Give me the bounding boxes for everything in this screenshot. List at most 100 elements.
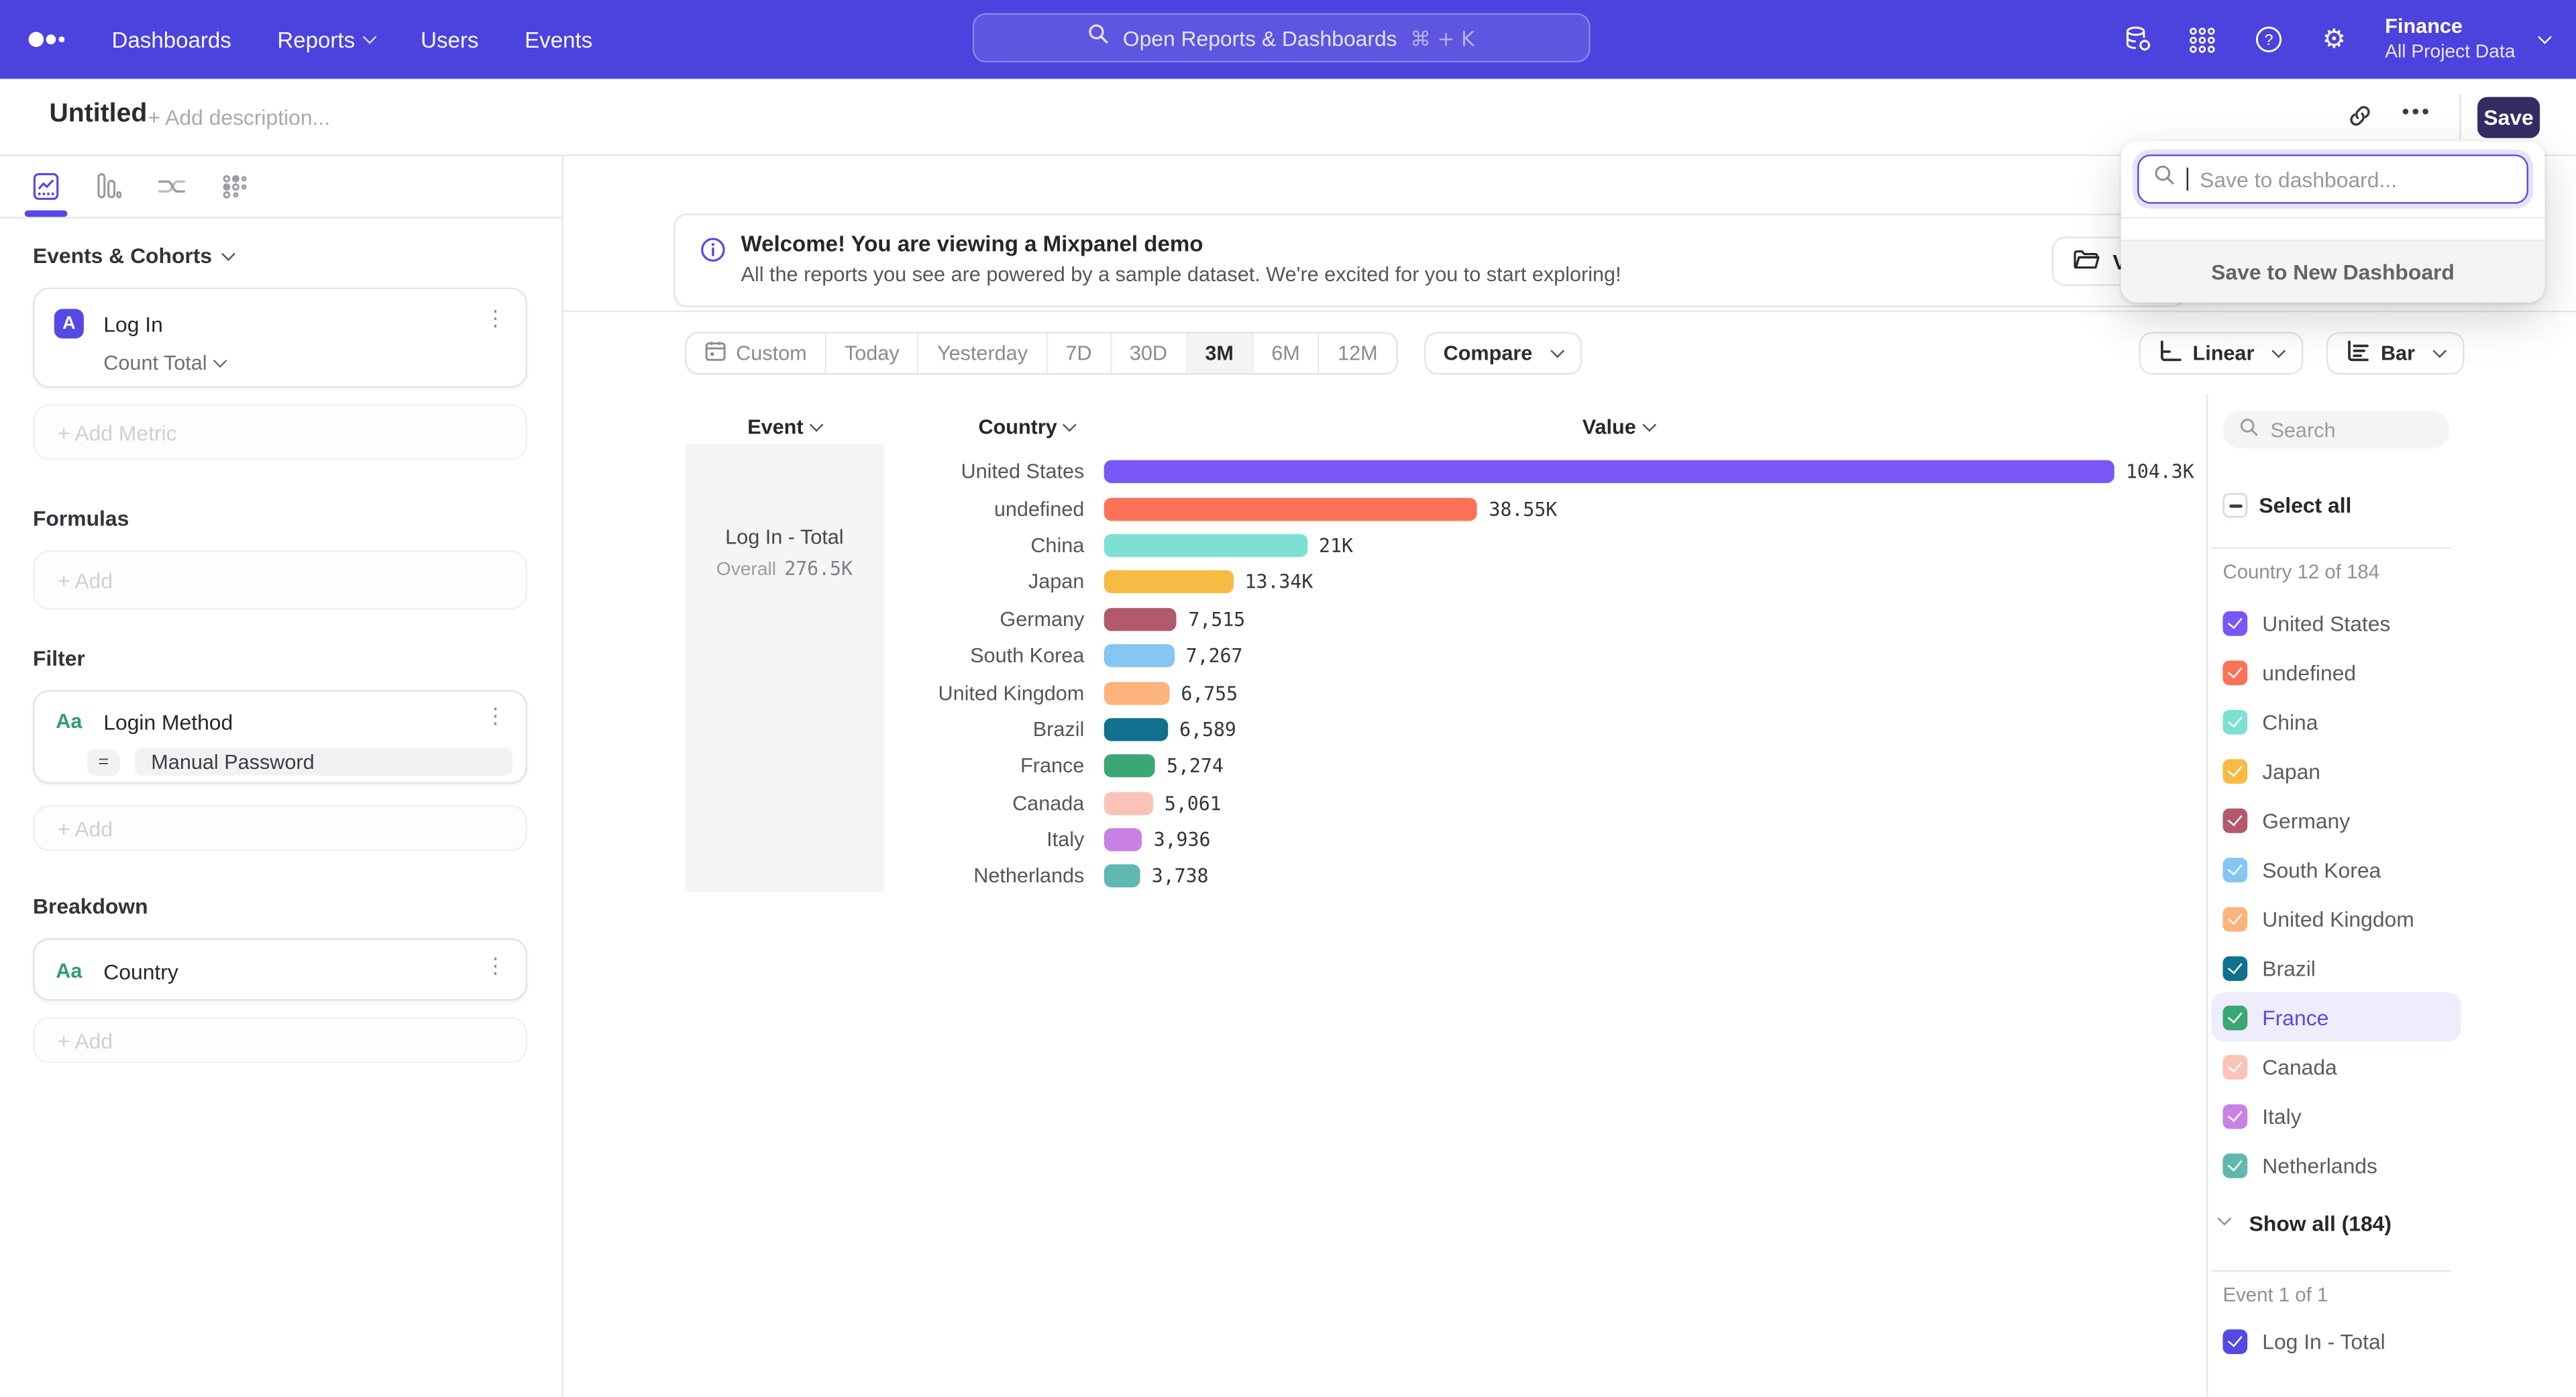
checkbox-checked[interactable] [2222,611,2247,635]
project-switcher[interactable]: Finance All Project Data [2385,15,2550,64]
save-dashboard-search-input[interactable]: Save to dashboard... [2137,154,2528,203]
checkbox-checked[interactable] [2222,709,2247,734]
chart-type-selector[interactable]: Bar [2326,332,2464,375]
checkbox-checked[interactable] [2222,660,2247,684]
nav-item-events[interactable]: Events [525,27,592,52]
breakdown-card[interactable]: Aa Country ⋮ [33,938,527,1000]
range-custom[interactable]: Custom [687,333,826,373]
add-metric-button[interactable]: + Add Metric [33,404,527,460]
filter-list-item[interactable]: Brazil [2211,943,2461,992]
chart-bar[interactable] [1104,718,1168,741]
save-to-new-dashboard-button[interactable]: Save to New Dashboard [2121,240,2545,303]
global-search[interactable]: Open Reports & Dashboards ⌘ + K [973,13,1591,62]
range-today[interactable]: Today [826,333,919,373]
popup-divider [2121,217,2545,218]
column-header-event[interactable]: Event [685,416,883,439]
metric-event-name[interactable]: Log In [103,311,163,336]
filter-list-item[interactable]: Netherlands [2211,1141,2461,1190]
aggregation-selector[interactable]: Count Total [34,338,525,374]
settings-gear-icon[interactable]: ⚙ [2319,25,2349,54]
segment-search-input[interactable]: Search [2222,411,2449,448]
report-body: Custom Today Yesterday 7D 30D 3M 6M 12M … [564,312,2576,1396]
filter-list-item[interactable]: China [2211,696,2461,745]
range-7d[interactable]: 7D [1047,333,1111,373]
chart-bar[interactable] [1104,497,1478,520]
checkbox-checked[interactable] [2222,758,2247,783]
checkbox-checked[interactable] [2222,1153,2247,1178]
tab-flows[interactable] [213,158,253,214]
help-icon[interactable]: ? [2253,25,2283,54]
save-button[interactable]: Save [2477,97,2540,138]
apps-grid-icon[interactable] [2188,25,2217,54]
chart-controls-row: Custom Today Yesterday 7D 30D 3M 6M 12M … [564,312,2576,394]
chart-bar[interactable] [1104,534,1307,557]
nav-item-dashboards[interactable]: Dashboards [112,27,231,52]
compare-button[interactable]: Compare [1424,332,1582,375]
chart-bar[interactable] [1104,792,1153,815]
filter-property-name[interactable]: Login Method [103,709,233,734]
breakdown-menu-icon[interactable]: ⋮ [484,956,506,978]
filter-list-item[interactable]: Japan [2211,746,2461,795]
scale-selector[interactable]: Linear [2139,332,2304,375]
checkbox-checked[interactable] [2222,1103,2247,1128]
nav-item-reports[interactable]: Reports [277,27,374,52]
tab-insights[interactable] [26,158,66,214]
add-formula-button[interactable]: + Add [33,550,527,609]
breakdown-heading: Breakdown [33,894,527,919]
tab-retention[interactable] [151,158,191,214]
chart-bar[interactable] [1104,460,2114,483]
tab-funnels[interactable] [89,158,128,214]
metric-card[interactable]: A Log In ⋮ Count Total [33,288,527,388]
filter-list-item[interactable]: United Kingdom [2211,894,2461,943]
range-6m[interactable]: 6M [1253,333,1320,373]
chart-bar[interactable] [1104,755,1155,778]
checkbox-checked[interactable] [2222,857,2247,882]
report-description-placeholder[interactable]: + Add description... [148,105,330,130]
range-12m[interactable]: 12M [1320,333,1395,373]
add-breakdown-button[interactable]: + Add [33,1017,527,1064]
filter-card[interactable]: Aa Login Method ⋮ = Manual Password [33,690,527,784]
column-header-value[interactable]: Value [1516,416,1720,439]
checkbox-checked[interactable] [2222,907,2247,931]
select-all-checkbox-indeterminate[interactable] [2222,493,2247,518]
share-link-icon[interactable] [2348,103,2373,136]
add-filter-button[interactable]: + Add [33,805,527,851]
filter-list-item[interactable]: Italy [2211,1091,2461,1140]
chart-bar[interactable] [1104,681,1169,704]
filter-operator[interactable]: = [87,749,120,775]
chart-bar[interactable] [1104,644,1175,667]
column-header-country[interactable]: Country [920,416,1133,439]
filter-list-item[interactable]: France [2211,992,2461,1041]
filter-list-item[interactable]: Canada [2211,1042,2461,1091]
show-all-toggle[interactable]: Show all (184) [2220,1203,2392,1243]
metric-menu-icon[interactable]: ⋮ [484,309,506,330]
filter-list-item[interactable]: undefined [2211,648,2461,696]
data-management-icon[interactable] [2122,25,2151,54]
chart-bar[interactable] [1104,571,1234,594]
nav-item-users[interactable]: Users [421,27,478,52]
chart-row: United Kingdom 6,755 [564,674,2206,711]
events-cohorts-heading[interactable]: Events & Cohorts [33,243,527,268]
more-actions-button[interactable]: ••• [2402,99,2431,123]
mixpanel-logo-icon[interactable] [26,28,69,51]
chart-bar[interactable] [1104,829,1142,851]
report-title[interactable]: Untitled [49,100,147,130]
filter-menu-icon[interactable]: ⋮ [484,707,506,728]
filter-list-item[interactable]: Germany [2211,795,2461,844]
select-all-row[interactable]: Select all [2222,493,2351,518]
checkbox-checked[interactable] [2222,1329,2247,1353]
checkbox-checked[interactable] [2222,955,2247,980]
chart-bar[interactable] [1104,608,1177,631]
filter-list-item[interactable]: United States [2211,598,2461,647]
range-3m-active[interactable]: 3M [1187,333,1253,373]
checkbox-checked[interactable] [2222,808,2247,833]
filter-list-item[interactable]: Log In - Total [2211,1316,2461,1365]
checkbox-checked[interactable] [2222,1005,2247,1030]
filter-list-item[interactable]: South Korea [2211,845,2461,894]
range-30d[interactable]: 30D [1112,333,1187,373]
range-yesterday[interactable]: Yesterday [919,333,1047,373]
chart-bar[interactable] [1104,865,1140,888]
filter-value[interactable]: Manual Password [135,747,513,776]
breakdown-property-name[interactable]: Country [103,959,178,984]
checkbox-checked[interactable] [2222,1054,2247,1079]
